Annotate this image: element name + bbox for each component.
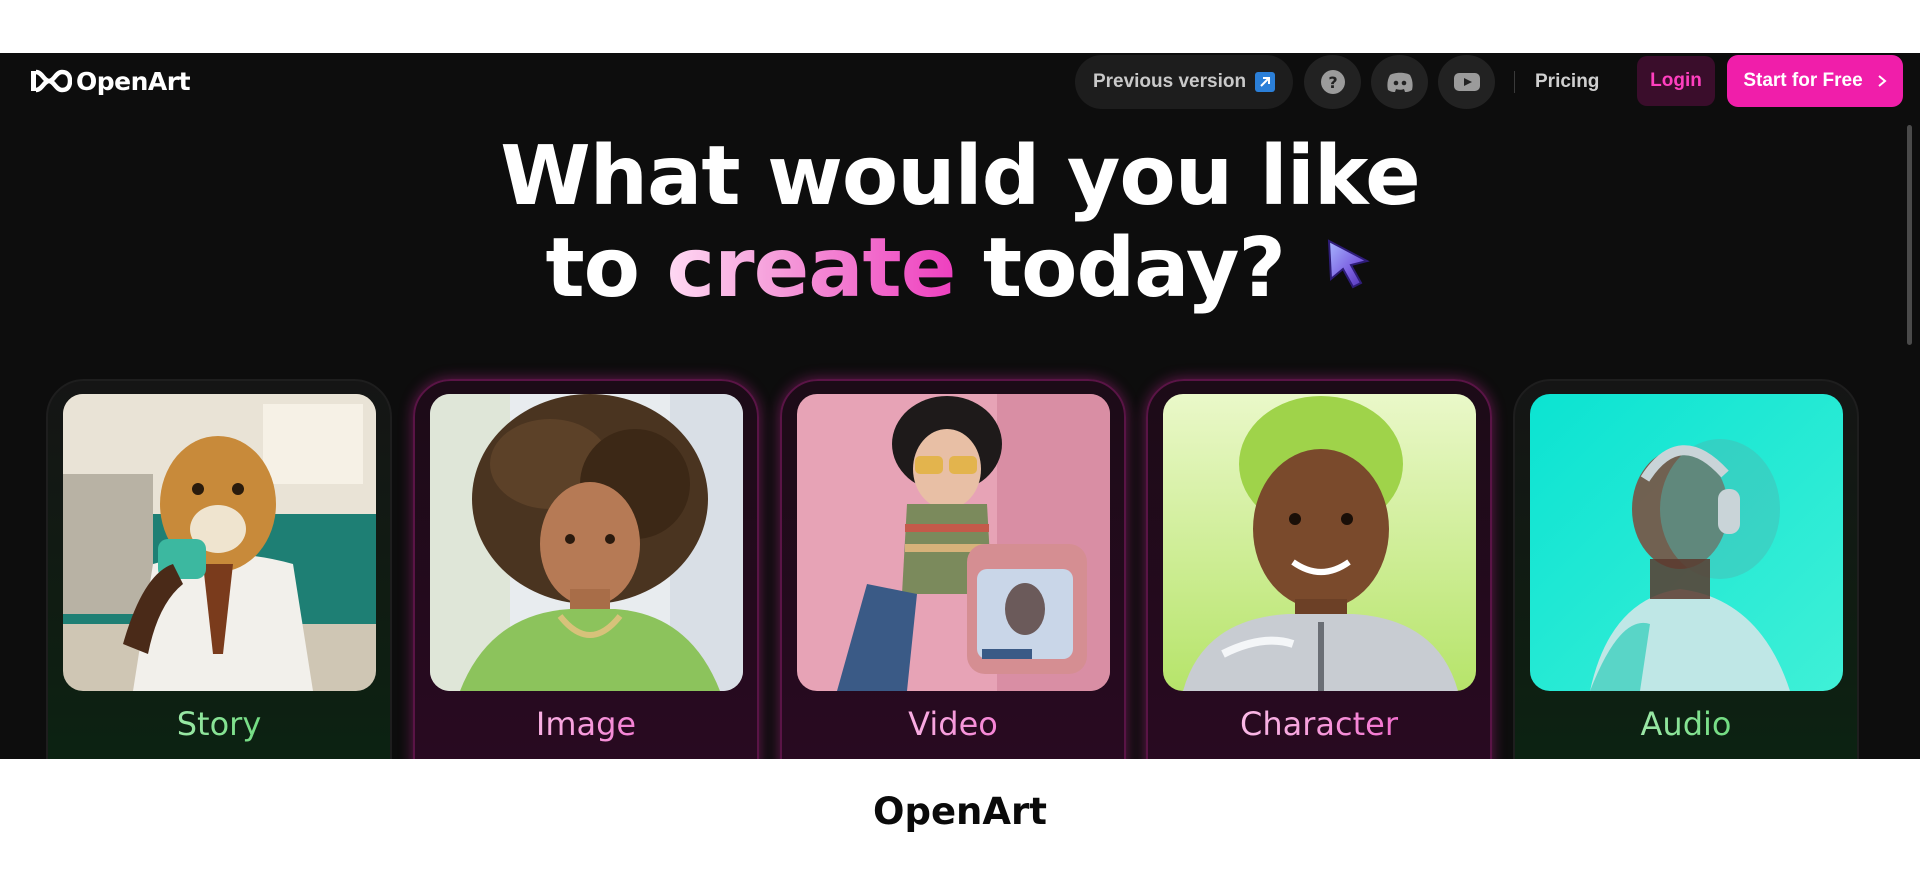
caption: OpenArt	[873, 790, 1047, 833]
hero-prefix: to	[545, 221, 640, 316]
creation-cards: Story Image Video Character Audio	[0, 379, 1920, 759]
cursor-icon	[1327, 238, 1370, 288]
audio-image	[1530, 394, 1843, 691]
chevron-right-icon	[1878, 75, 1887, 87]
youtube-icon	[1453, 73, 1480, 91]
infinity-logo-icon	[31, 69, 72, 93]
nav-divider	[1514, 71, 1515, 93]
hero-heading: What would you like to create today?	[0, 131, 1920, 315]
image-image	[430, 394, 743, 691]
hero-line-2: to create today?	[0, 223, 1920, 315]
hero-line-1: What would you like	[500, 129, 1421, 224]
svg-text:?: ?	[1328, 73, 1337, 92]
hero-suffix: today?	[982, 221, 1286, 316]
card-label: Video	[782, 705, 1124, 743]
card-label: Audio	[1515, 705, 1857, 743]
youtube-button[interactable]	[1438, 55, 1495, 109]
login-button[interactable]: Login	[1637, 56, 1715, 106]
discord-icon	[1386, 72, 1413, 92]
card-character[interactable]: Character	[1146, 379, 1492, 759]
discord-button[interactable]	[1371, 55, 1428, 109]
character-image	[1163, 394, 1476, 691]
pricing-link[interactable]: Pricing	[1535, 71, 1599, 93]
card-label: Image	[415, 705, 757, 743]
app-window: OpenArt Previous version ? Pricing Login…	[0, 53, 1920, 759]
card-story[interactable]: Story	[46, 379, 392, 759]
login-label: Login	[1650, 70, 1702, 91]
hero-highlight: create	[666, 221, 957, 316]
external-link-icon	[1255, 72, 1276, 92]
card-audio[interactable]: Audio	[1513, 379, 1859, 759]
card-label: Story	[48, 705, 390, 743]
brand-name: OpenArt	[76, 66, 191, 96]
previous-version-label: Previous version	[1092, 71, 1247, 92]
start-for-free-button[interactable]: Start for Free	[1727, 55, 1903, 107]
card-video[interactable]: Video	[780, 379, 1126, 759]
card-image[interactable]: Image	[413, 379, 759, 759]
help-button[interactable]: ?	[1304, 55, 1361, 109]
story-image	[63, 394, 376, 691]
card-label: Character	[1148, 705, 1490, 743]
logo[interactable]: OpenArt	[28, 66, 191, 96]
video-image	[797, 394, 1110, 691]
help-icon: ?	[1320, 70, 1345, 94]
previous-version-button[interactable]: Previous version	[1075, 55, 1293, 109]
top-navigation-bar: OpenArt Previous version ? Pricing Login…	[0, 53, 1920, 110]
start-label: Start for Free	[1743, 70, 1863, 91]
